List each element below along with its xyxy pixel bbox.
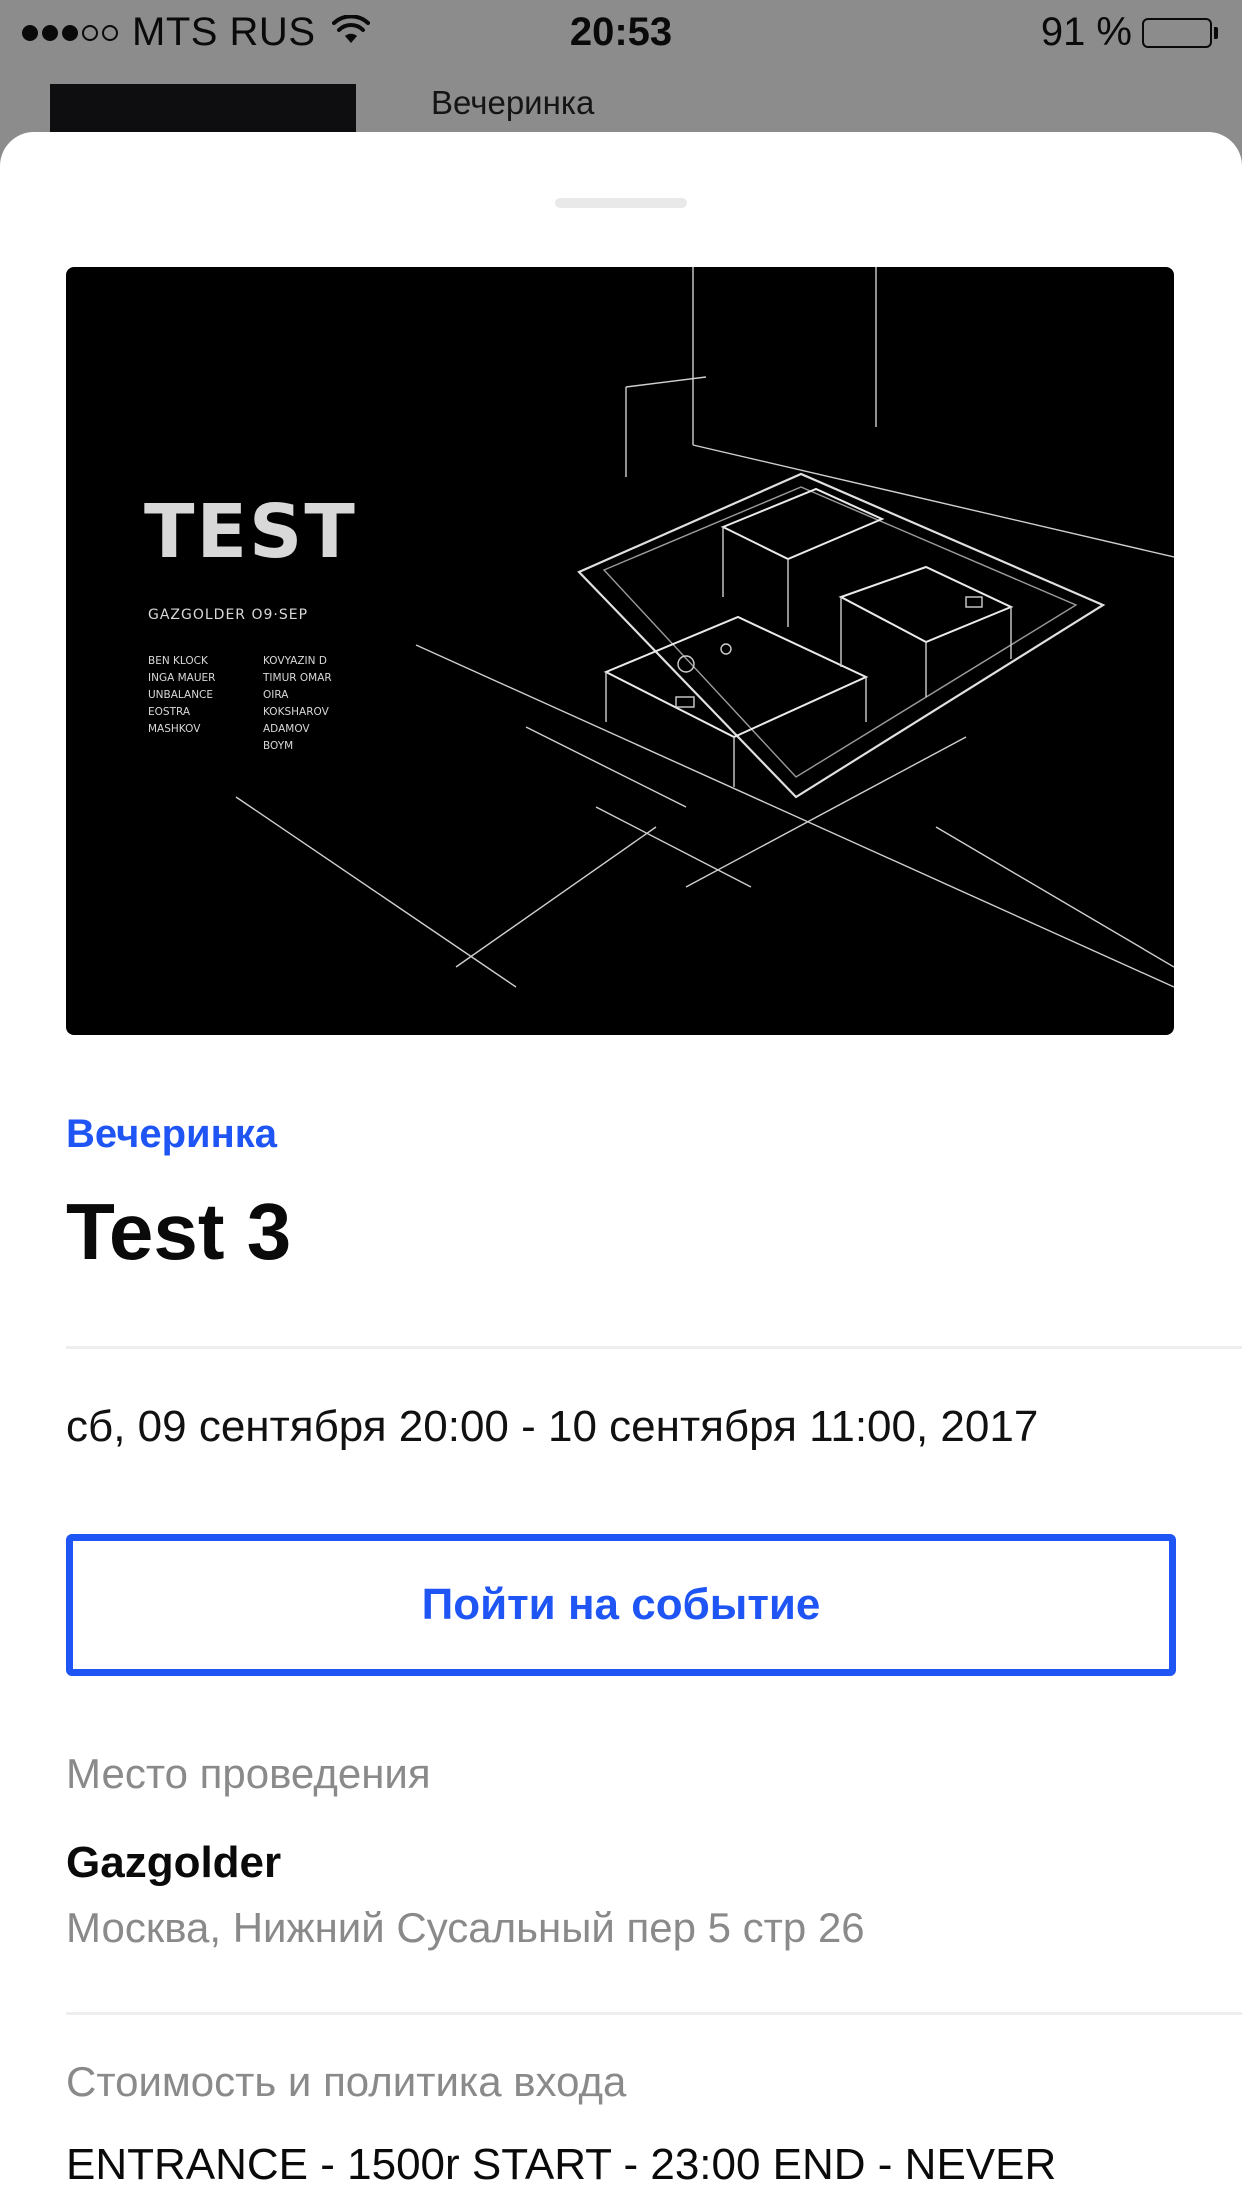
poster-lineup-left: INGA MAUER: [148, 672, 215, 684]
attend-event-button[interactable]: Пойти на событие: [66, 1534, 1176, 1676]
poster-lineup-right: KOKSHAROV: [263, 706, 330, 718]
venue-name[interactable]: Gazgolder: [66, 1838, 281, 1888]
price-policy-text: ENTRANCE - 1500r START - 23:00 END - NEV…: [66, 2140, 1057, 2189]
poster-venue-date: GAZGOLDER O9·SEP: [148, 607, 308, 623]
poster-lineup-right: ADAMOV: [263, 723, 310, 735]
poster-headline: TEST: [144, 489, 357, 575]
svg-text:BEN KLOCK INGA MAUER: BEN KLOCK INGA MAUER UNBALANCE EOSTRA MA…: [148, 655, 335, 752]
battery-icon: [1142, 16, 1220, 50]
event-detail-sheet: TEST GAZGOLDER O9·SEP BEN KLOCK INGA MAU…: [0, 132, 1242, 2208]
poster-lineup-left: BEN KLOCK: [148, 655, 209, 667]
poster-lineup-right: KOVYAZIN D: [263, 655, 327, 667]
poster-lineup-right: OIRA: [263, 689, 289, 701]
background-list-item-title: Вечеринка: [431, 84, 595, 121]
battery-percent: 91 %: [1040, 10, 1132, 54]
divider: [66, 1346, 1242, 1349]
poster-lineup-left: UNBALANCE: [148, 689, 213, 701]
poster-lineup-right: BOYM: [263, 740, 293, 752]
status-bar: MTS RUS 20:53 91 %: [0, 0, 1242, 66]
poster-lineup-right: TIMUR OMAR: [262, 672, 332, 684]
price-policy-label: Стоимость и политика входа: [66, 2058, 627, 2105]
event-title: Test 3: [66, 1187, 292, 1276]
venue-label: Место проведения: [66, 1750, 431, 1797]
divider: [66, 2012, 1242, 2015]
event-date: сб, 09 сентября 20:00 - 10 сентября 11:0…: [66, 1402, 1039, 1451]
poster-lineup-left: EOSTRA: [148, 706, 191, 718]
venue-address[interactable]: Москва, Нижний Сусальный пер 5 стр 26: [66, 1904, 865, 1952]
event-category: Вечеринка: [66, 1112, 278, 1156]
status-right: 91 %: [1041, 10, 1220, 55]
sheet-grabber[interactable]: [555, 198, 687, 208]
poster-lineup-left: MASHKOV: [148, 723, 201, 735]
event-poster-image: TEST GAZGOLDER O9·SEP BEN KLOCK INGA MAU…: [66, 267, 1174, 1035]
